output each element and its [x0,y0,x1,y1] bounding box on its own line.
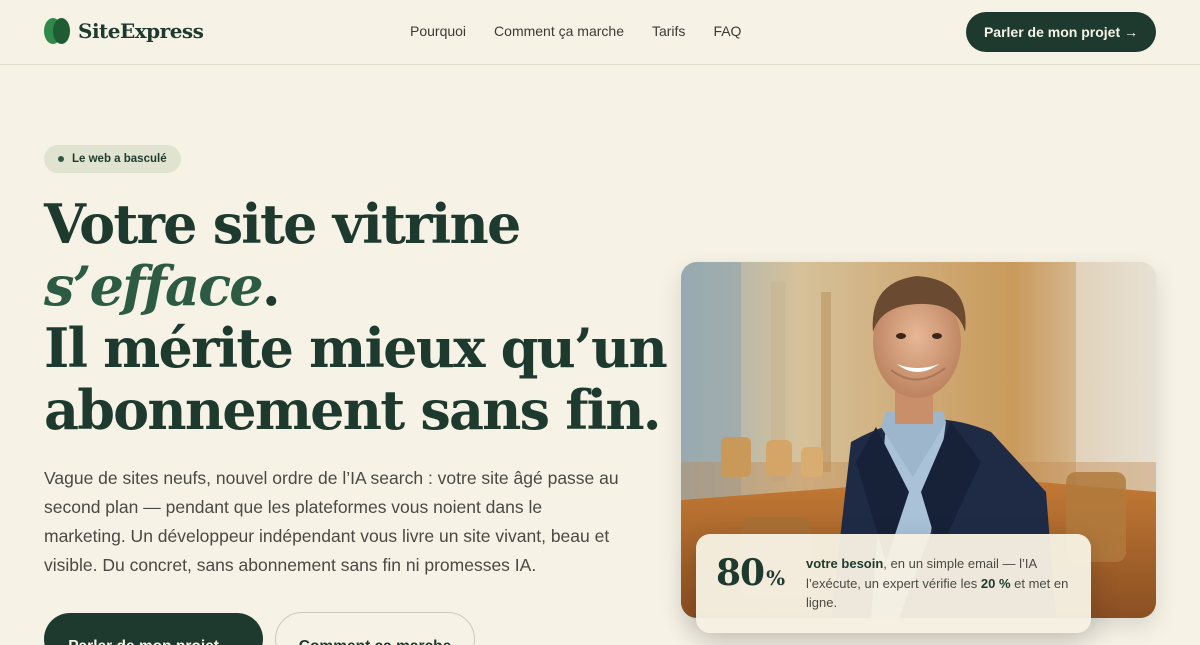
how-it-works-button[interactable]: Comment ça marche [275,612,475,645]
headline-line-1: Votre site vitrine [44,192,521,256]
stat-description: votre besoin, en un simple email — l’IA … [806,554,1076,613]
stat-card: 80% votre besoin, en un simple email — l… [696,534,1091,633]
leaf-logo-icon [44,18,70,44]
primary-cta-button[interactable]: Parler de mon projet → [44,613,263,645]
headline-line-3: Il mérite mieux qu’un [44,316,668,380]
site-header: SiteExpress Pourquoi Comment ça marche T… [0,0,1200,65]
stat-bold-1: votre besoin [806,556,884,571]
nav-item-pourquoi[interactable]: Pourquoi [410,23,466,39]
stat-bold-2: 20 % [980,575,1011,591]
headline-italic-word: s’efface [44,254,264,318]
badge-dot-icon [58,156,64,162]
badge-label: Le web a basculé [72,153,167,165]
stat-value: 80 [716,552,765,594]
headline-line-2: s’efface. [44,255,664,317]
brand-logo[interactable]: SiteExpress [44,18,204,44]
stat-number: 80% [716,552,785,594]
nav-item-tarifs[interactable]: Tarifs [652,23,685,39]
hero-headline: Votre site vitrine s’efface. Il mérite m… [44,192,668,442]
nav-item-faq[interactable]: FAQ [713,23,741,39]
main-nav: Pourquoi Comment ça marche Tarifs FAQ [410,23,741,39]
stat-unit: % [766,566,785,590]
header-cta-button[interactable]: Parler de mon projet → [966,12,1156,52]
brand-name: SiteExpress [78,19,204,43]
headline-line-4: abonnement sans fin. [44,378,662,442]
nav-item-comment-ca-marche[interactable]: Comment ça marche [494,23,624,39]
headline-period: . [261,254,281,318]
hero-badge: Le web a basculé [44,145,181,173]
hero-lead-paragraph: Vague de sites neufs, nouvel ordre de l’… [44,468,619,575]
